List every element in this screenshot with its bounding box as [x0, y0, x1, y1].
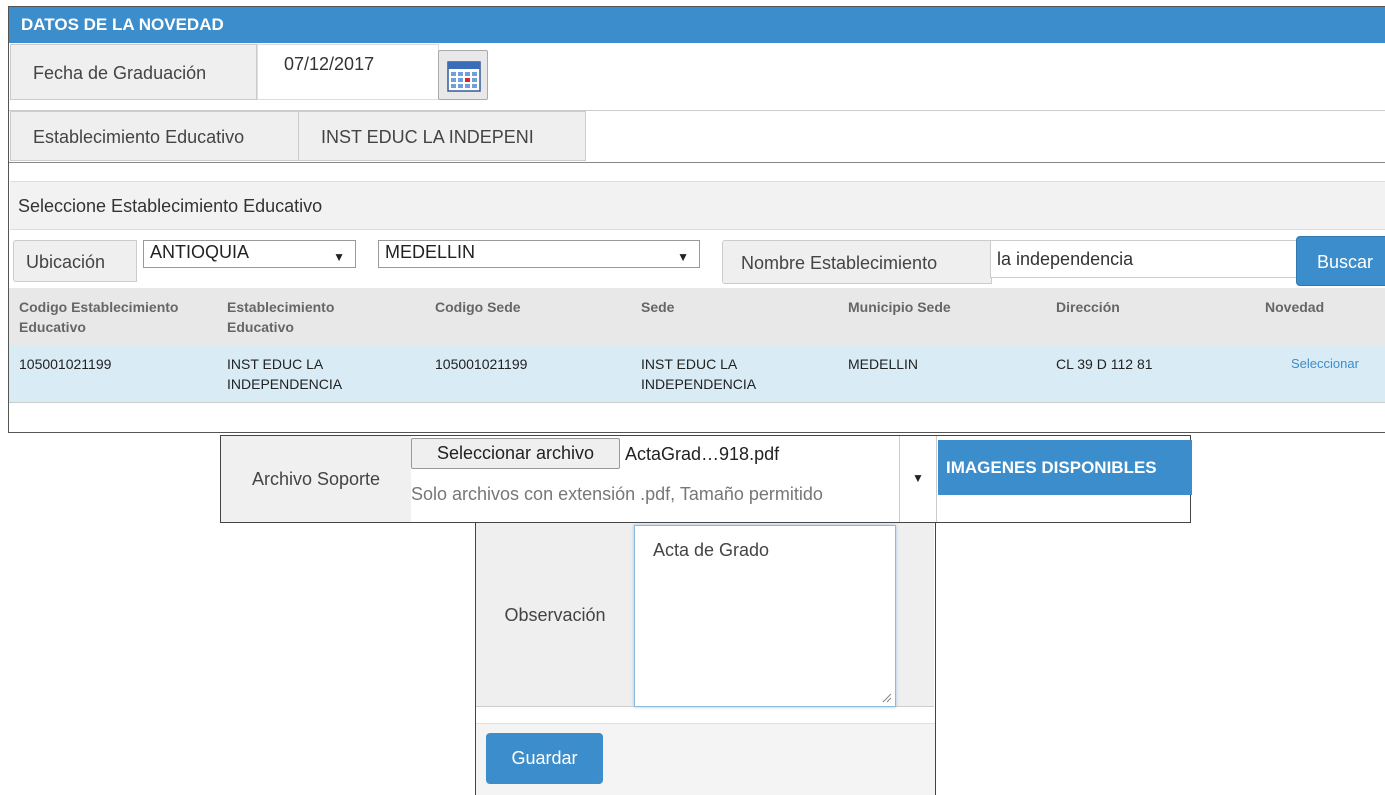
column-header: Municipio Sede: [848, 299, 951, 315]
fecha-graduacion-label: Fecha de Graduación: [10, 44, 257, 100]
observacion-textarea[interactable]: Acta de Grado: [634, 525, 896, 707]
cell-municipio-sede: MEDELLIN: [848, 356, 919, 372]
chevron-down-icon: ▼: [333, 250, 345, 264]
column-header: Codigo Establecimiento Educativo: [19, 299, 179, 335]
observacion-value: Acta de Grado: [653, 540, 770, 560]
table-header: Codigo Establecimiento Educativo Estable…: [9, 288, 1385, 346]
novedad-panel: DATOS DE LA NOVEDAD Fecha de Graduación …: [8, 6, 1385, 433]
archivo-soporte-section: Archivo Soporte Seleccionar archivo Acta…: [220, 435, 1192, 523]
form-footer: Guardar: [476, 723, 935, 795]
calendar-button[interactable]: [438, 50, 488, 100]
municipio-select[interactable]: MEDELLIN ▼: [378, 240, 700, 268]
calendar-icon: [447, 61, 481, 92]
departamento-value: ANTIOQUIA: [150, 242, 250, 262]
departamento-select[interactable]: ANTIOQUIA ▼: [143, 240, 356, 268]
chevron-down-icon: ▼: [912, 471, 924, 485]
cell-codigo-establecimiento: 105001021199: [19, 356, 112, 372]
column-header: Novedad: [1265, 299, 1325, 315]
municipio-value: MEDELLIN: [385, 242, 476, 262]
column-header: Establecimiento Educativo: [227, 299, 335, 335]
resize-handle-icon[interactable]: [882, 693, 892, 703]
establecimiento-label: Establecimiento Educativo: [10, 111, 299, 161]
column-header: Dirección: [1056, 299, 1120, 315]
column-header: Codigo Sede: [435, 299, 521, 315]
file-name: ActaGrad…918.pdf: [625, 444, 780, 464]
chevron-down-icon: ▼: [677, 250, 689, 264]
cell-direccion: CL 39 D 112 81: [1056, 356, 1153, 372]
seleccione-title: Seleccione Establecimiento Educativo: [10, 181, 1385, 230]
panel-title: DATOS DE LA NOVEDAD: [9, 7, 1385, 43]
imagenes-disponibles-button[interactable]: IMAGENES DISPONIBLES: [938, 440, 1192, 495]
cell-establecimiento: INST EDUC LA INDEPENDENCIA: [227, 356, 343, 392]
column-header: Sede: [641, 299, 675, 315]
file-hint: Solo archivos con extensión .pdf, Tamaño…: [411, 484, 823, 504]
nombre-establecimiento-label: Nombre Establecimiento: [722, 240, 992, 284]
buscar-button[interactable]: Buscar: [1296, 236, 1385, 286]
divider: [9, 162, 1385, 163]
imagenes-select[interactable]: ▼: [899, 436, 937, 522]
establecimiento-value: INST EDUC LA INDEPENI: [298, 111, 586, 161]
cell-sede: INST EDUC LA INDEPENDENCIA: [641, 356, 757, 392]
seleccionar-link[interactable]: Seleccionar: [1291, 354, 1381, 374]
observacion-label: Observación: [504, 605, 606, 625]
ubicacion-label: Ubicación: [13, 240, 137, 282]
table-row: 105001021199 INST EDUC LA INDEPENDENCIA …: [9, 346, 1385, 403]
cell-codigo-sede: 105001021199: [435, 356, 528, 372]
archivo-soporte-label: Archivo Soporte: [221, 436, 411, 522]
fecha-graduacion-input[interactable]: 07/12/2017: [257, 44, 439, 100]
observacion-row: Observación Acta de Grado: [476, 523, 934, 707]
seleccionar-archivo-button[interactable]: Seleccionar archivo: [411, 438, 620, 469]
guardar-button[interactable]: Guardar: [486, 733, 603, 784]
nombre-establecimiento-input[interactable]: la independencia: [990, 240, 1297, 278]
observacion-section: Observación Acta de Grado Guardar: [475, 523, 936, 795]
